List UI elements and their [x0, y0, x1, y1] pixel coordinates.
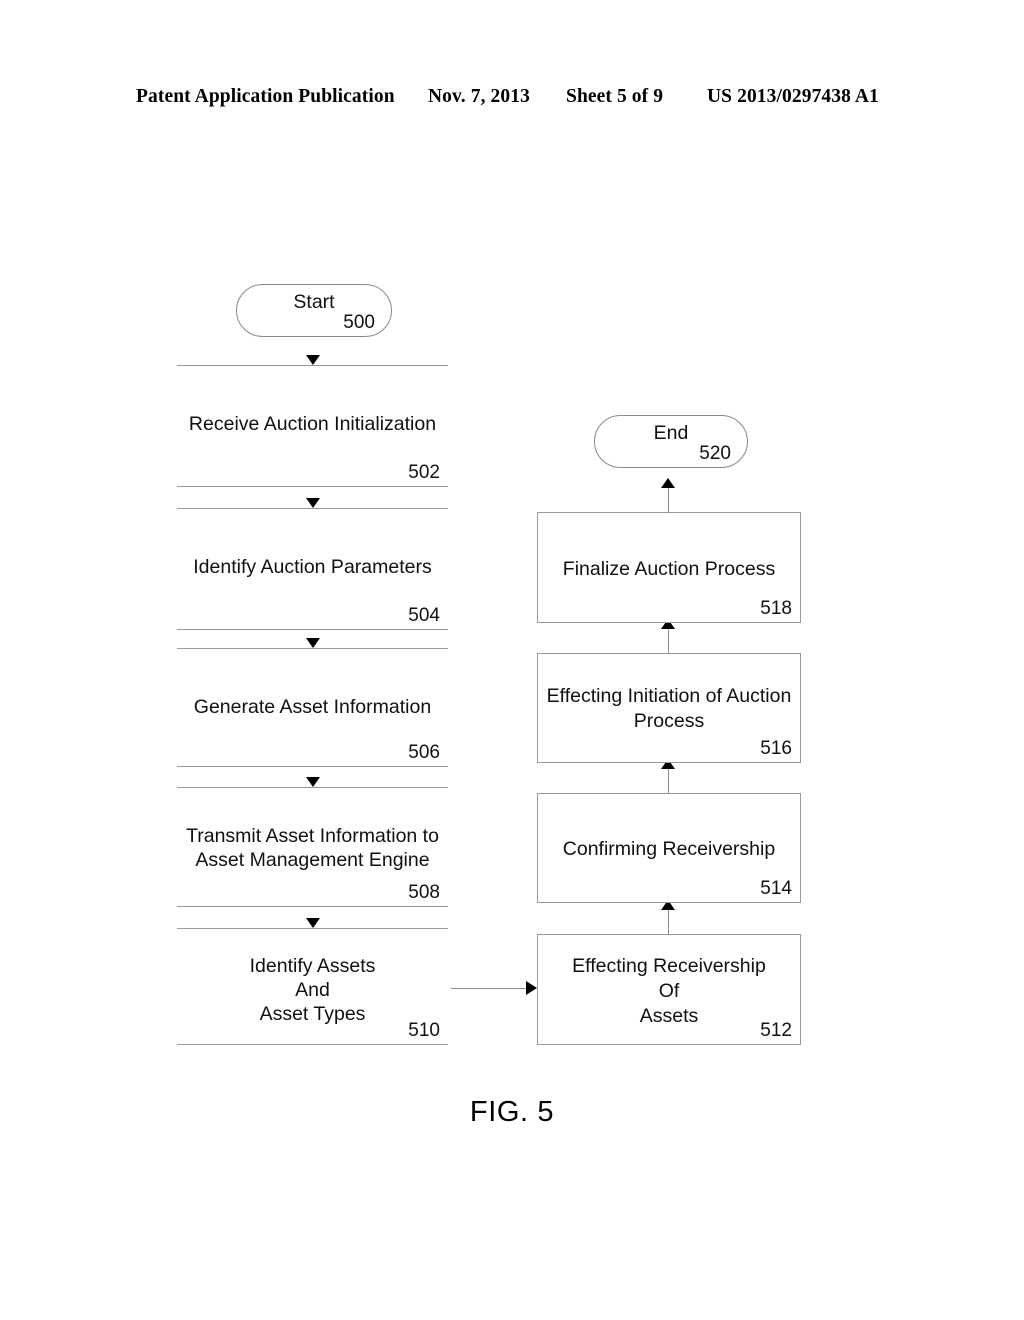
node-end: End 520 [594, 415, 748, 468]
arrow-510-to-512 [526, 981, 537, 995]
node-512-label: Effecting Receivership Of Assets [572, 955, 766, 1027]
arrow-502-to-504 [306, 498, 320, 508]
node-end-label: End [653, 422, 689, 444]
node-504: Identify Auction Parameters 504 [177, 508, 448, 630]
node-516-label: Effecting Initiation of Auction Process [546, 685, 792, 732]
node-end-ref: 520 [699, 443, 731, 464]
node-start-ref: 500 [343, 312, 375, 333]
node-514-label: Confirming Receivership [562, 838, 776, 860]
node-508: Transmit Asset Information to Asset Mana… [177, 787, 448, 907]
node-518: Finalize Auction Process 518 [537, 512, 801, 623]
node-512: Effecting Receivership Of Assets 512 [537, 934, 801, 1045]
connector-510-to-512 [451, 988, 526, 989]
arrow-508-to-510 [306, 918, 320, 928]
node-start-label: Start [293, 291, 335, 313]
node-506: Generate Asset Information 506 [177, 648, 448, 767]
node-502-label: Receive Auction Initialization [188, 413, 437, 435]
arrow-start-to-502 [306, 355, 320, 365]
node-506-label: Generate Asset Information [193, 696, 432, 718]
arrow-518-to-end [661, 478, 675, 488]
arrow-504-to-506 [306, 638, 320, 648]
node-516-ref: 516 [760, 738, 792, 759]
node-514-ref: 514 [760, 878, 792, 899]
node-518-label: Finalize Auction Process [562, 558, 776, 580]
node-508-label: Transmit Asset Information to Asset Mana… [186, 825, 439, 871]
connector-518-to-end [668, 488, 669, 513]
node-510-ref: 510 [408, 1020, 440, 1041]
node-510-label: Identify Assets And Asset Types [249, 955, 376, 1025]
node-512-ref: 512 [760, 1020, 792, 1041]
node-518-ref: 518 [760, 598, 792, 619]
node-502-ref: 502 [408, 462, 440, 483]
node-502: Receive Auction Initialization 502 [177, 365, 448, 487]
connector-514-to-516 [668, 769, 669, 794]
node-510: Identify Assets And Asset Types 510 [177, 928, 448, 1045]
node-514: Confirming Receivership 514 [537, 793, 801, 903]
node-504-ref: 504 [408, 605, 440, 626]
node-516: Effecting Initiation of Auction Process … [537, 653, 801, 763]
figure-caption-text: FIG. 5 [469, 1096, 555, 1128]
connector-516-to-518 [668, 629, 669, 654]
figure-caption: FIG. 5 [0, 1096, 1024, 1129]
node-506-ref: 506 [408, 742, 440, 763]
arrow-506-to-508 [306, 777, 320, 787]
node-508-ref: 508 [408, 882, 440, 903]
node-504-label: Identify Auction Parameters [193, 556, 432, 578]
connector-512-to-514 [668, 910, 669, 935]
node-start: Start 500 [236, 284, 392, 337]
